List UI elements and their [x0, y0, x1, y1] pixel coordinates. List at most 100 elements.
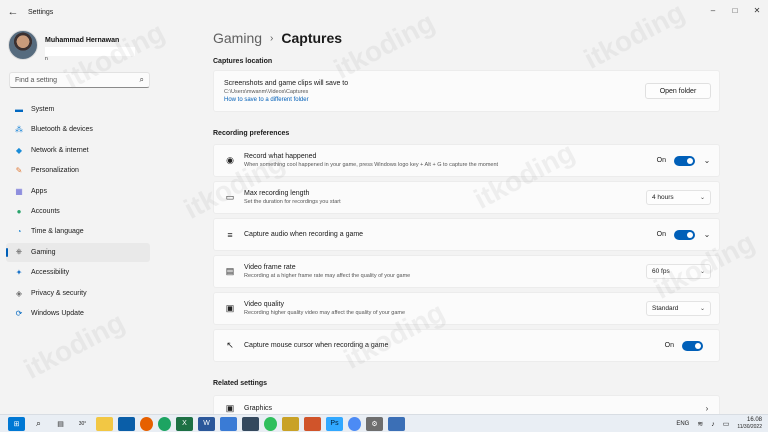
- battery-icon[interactable]: ▭: [723, 420, 730, 428]
- sidebar-item-label: Bluetooth & devices: [31, 126, 93, 134]
- search-icon[interactable]: ⌕: [30, 417, 47, 431]
- toggle-state-label: On: [656, 157, 666, 164]
- language-indicator[interactable]: ENG: [676, 421, 689, 427]
- sidebar-item-label: Network & internet: [31, 146, 89, 154]
- captures-location-heading: Captures location: [213, 58, 273, 65]
- search-box[interactable]: ⌕: [9, 72, 150, 88]
- shield-icon: ◈: [15, 288, 23, 298]
- brush-icon: ✎: [15, 166, 23, 176]
- max-recording-length-title: Max recording length: [244, 190, 310, 197]
- weather-icon[interactable]: 30°: [74, 417, 91, 431]
- dropdown-value: Standard: [652, 305, 679, 312]
- capture-mouse-cursor-when-recording-a-game-toggle[interactable]: [682, 340, 703, 351]
- volume-icon[interactable]: ♪: [711, 421, 715, 428]
- sidebar-item-accounts[interactable]: ● Accounts: [6, 202, 150, 221]
- camera-icon: ▭: [225, 192, 235, 202]
- chrome-icon[interactable]: [348, 416, 361, 431]
- sidebar: Muhammad Hernawan n ⌕ ▬ System ⁂ Bluetooth …: [0, 24, 160, 414]
- search-icon[interactable]: ⌕: [140, 75, 144, 85]
- video-quality-dropdown[interactable]: Standard ⌄: [646, 301, 711, 316]
- audio-icon: ≡: [227, 229, 233, 240]
- profile-name: Muhammad Hernawan: [45, 37, 120, 44]
- app-icon[interactable]: [220, 416, 237, 431]
- video-quality-row[interactable]: ▣ Video quality Recording higher quality v…: [213, 292, 720, 325]
- whatsapp-icon[interactable]: [264, 416, 277, 431]
- dropdown-value: 4 hours: [652, 194, 674, 201]
- record-what-happened-row[interactable]: ◉ Record what happened When something cool…: [213, 144, 720, 177]
- chevron-right-icon: ›: [705, 403, 709, 413]
- change-folder-link[interactable]: How to save to a different folder: [224, 97, 645, 103]
- store-icon[interactable]: [118, 416, 135, 431]
- sidebar-item-network-internet[interactable]: ◆ Network & internet: [6, 141, 150, 160]
- clock[interactable]: 16.08 11/30/2022: [737, 417, 762, 431]
- cursor-icon: ↖: [226, 340, 234, 350]
- sidebar-item-personalization[interactable]: ✎ Personalization: [6, 161, 150, 180]
- back-arrow-icon[interactable]: ←: [2, 0, 24, 24]
- chevron-down-icon: ⌄: [699, 195, 705, 201]
- video-frame-rate-row[interactable]: ▤ Video frame rate Recording at a higher f…: [213, 255, 720, 288]
- record-what-happened-toggle[interactable]: [674, 155, 695, 166]
- update-icon: ⟳: [15, 308, 23, 318]
- maximize-button[interactable]: □: [724, 0, 746, 20]
- wifi-icon: ◆: [15, 145, 23, 155]
- sidebar-item-label: System: [31, 106, 55, 113]
- recording-preferences-heading: Recording preferences: [213, 130, 290, 137]
- wifi-icon[interactable]: ≋: [697, 420, 703, 428]
- capture-audio-when-recording-a-game-row[interactable]: ≡ Capture audio when recording a game On ⌄: [213, 218, 720, 251]
- page-title: Captures: [281, 30, 343, 46]
- video-frame-rate-dropdown[interactable]: 60 fps ⌄: [646, 264, 711, 279]
- chevron-down-icon[interactable]: ⌄: [703, 156, 711, 165]
- breadcrumb: Gaming › Captures: [213, 30, 342, 46]
- chevron-down-icon[interactable]: ⌄: [703, 230, 711, 239]
- video-frame-rate-description: Recording at a higher frame rate may aff…: [244, 273, 411, 279]
- search-input[interactable]: [15, 76, 125, 84]
- task-view-icon[interactable]: ▤: [52, 417, 69, 431]
- graphics-card[interactable]: ▣ Graphics ›: [213, 395, 720, 414]
- firefox-icon[interactable]: [140, 416, 153, 431]
- max-recording-length-row[interactable]: ▭ Max recording length Set the duration fo…: [213, 181, 720, 214]
- user-profile[interactable]: Muhammad Hernawan n: [8, 30, 135, 62]
- capture-audio-when-recording-a-game-toggle[interactable]: [674, 229, 695, 240]
- record-what-happened-title: Record what happened: [244, 153, 317, 160]
- minimize-button[interactable]: –: [702, 0, 724, 20]
- app-icon[interactable]: [242, 416, 259, 431]
- sidebar-item-bluetooth-devices[interactable]: ⁂ Bluetooth & devices: [6, 120, 150, 139]
- app-icon[interactable]: [304, 416, 321, 431]
- chevron-right-icon: ›: [270, 32, 274, 44]
- app-icon[interactable]: [388, 416, 405, 431]
- sidebar-item-system[interactable]: ▬ System: [6, 100, 150, 119]
- sidebar-item-accessibility[interactable]: ✦ Accessibility: [6, 263, 150, 282]
- capture-mouse-cursor-when-recording-a-game-title: Capture mouse cursor when recording a ga…: [244, 342, 389, 349]
- captures-location-card: Screenshots and game clips will save to …: [213, 70, 720, 112]
- sidebar-item-label: Windows Update: [31, 309, 84, 317]
- max-recording-length-dropdown[interactable]: 4 hours ⌄: [646, 190, 711, 205]
- capture-audio-when-recording-a-game-title: Capture audio when recording a game: [244, 231, 364, 238]
- close-button[interactable]: ✕: [746, 0, 768, 20]
- sidebar-item-gaming[interactable]: ⎈ Gaming: [6, 242, 150, 262]
- capture-mouse-cursor-when-recording-a-game-row[interactable]: ↖ Capture mouse cursor when recording a g…: [213, 329, 720, 362]
- open-folder-button[interactable]: Open folder: [645, 83, 711, 99]
- record-what-happened-description: When something cool happened in your gam…: [244, 162, 499, 168]
- photoshop-icon[interactable]: Ps: [326, 416, 343, 431]
- file-explorer-icon[interactable]: [96, 416, 113, 431]
- sidebar-item-label: Time & language: [31, 228, 84, 236]
- word-icon[interactable]: W: [198, 416, 215, 431]
- sidebar-item-privacy-security[interactable]: ◈ Privacy & security: [6, 284, 150, 303]
- settings-icon[interactable]: ⚙: [366, 416, 383, 431]
- chrome-icon[interactable]: [158, 416, 171, 431]
- apps-icon: ▦: [15, 186, 23, 196]
- breadcrumb-gaming[interactable]: Gaming: [213, 30, 262, 46]
- app-icon[interactable]: [282, 416, 299, 431]
- graphics-icon: ▣: [225, 402, 235, 413]
- sidebar-item-apps[interactable]: ▦ Apps: [6, 182, 150, 201]
- sidebar-item-windows-update[interactable]: ⟳ Windows Update: [6, 304, 150, 323]
- chevron-down-icon: ⌄: [699, 306, 705, 312]
- dropdown-value: 60 fps: [652, 268, 670, 275]
- start-icon[interactable]: ⊞: [8, 416, 25, 431]
- excel-icon[interactable]: X: [176, 416, 193, 431]
- graphics-label: Graphics: [244, 404, 273, 412]
- sidebar-item-time-language[interactable]: ◔ Time & language: [6, 222, 150, 241]
- toggle-state-label: On: [656, 231, 666, 238]
- globe-clock-icon: ◔: [16, 227, 22, 237]
- video-quality-title: Video quality: [244, 301, 284, 308]
